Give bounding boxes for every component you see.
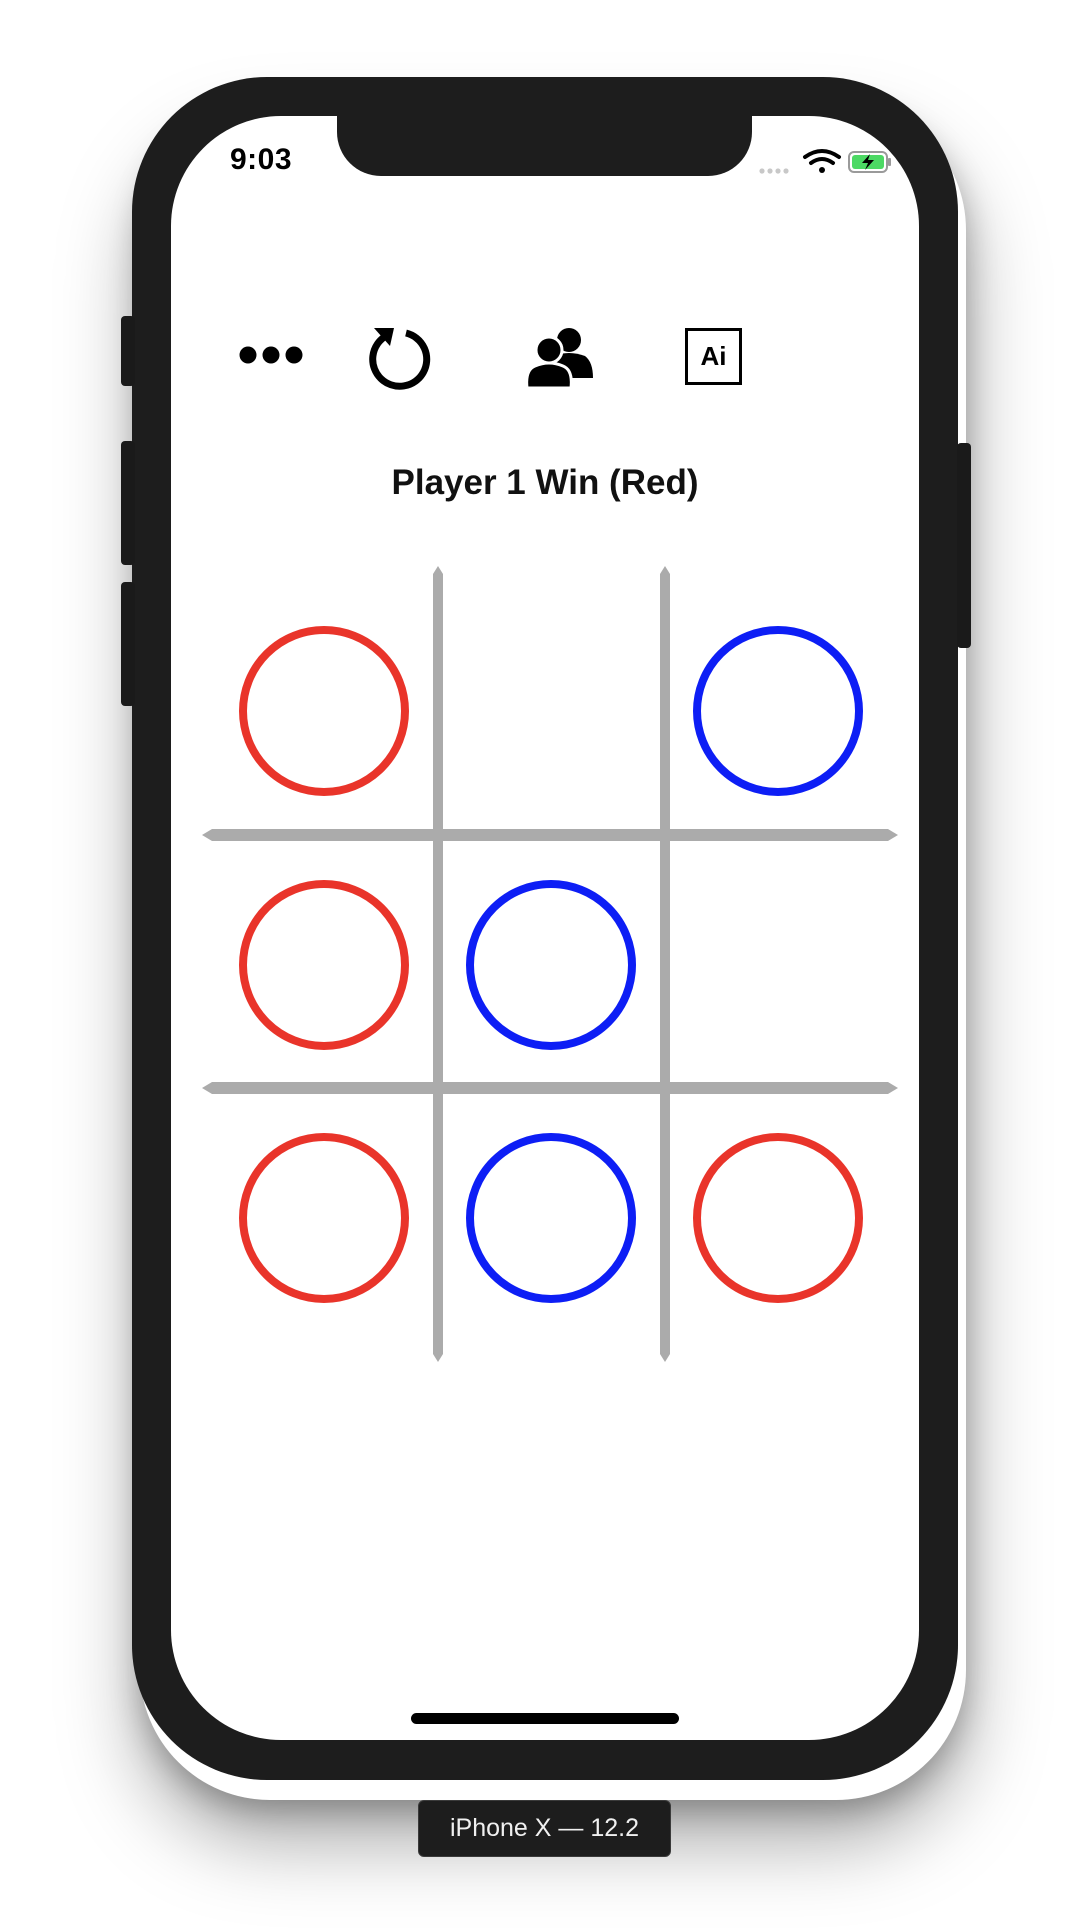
home-indicator	[411, 1713, 679, 1724]
board-cell-0-2[interactable]	[668, 591, 888, 831]
ellipsis-icon	[239, 346, 303, 364]
more-button[interactable]	[238, 343, 304, 367]
wifi-icon	[803, 149, 841, 173]
users-icon	[525, 328, 593, 390]
two-player-button[interactable]	[525, 326, 593, 390]
device-label: iPhone X — 12.2	[418, 1800, 671, 1857]
volume-down-button	[121, 582, 135, 706]
game-status-title: Player 1 Win (Red)	[391, 463, 699, 502]
board-cell-2-1[interactable]	[441, 1098, 661, 1338]
board-cell-0-0[interactable]	[214, 591, 434, 831]
status-time: 9:03	[230, 143, 293, 176]
board-cell-0-1[interactable]	[441, 591, 661, 831]
restart-button[interactable]	[366, 324, 432, 390]
notch	[337, 116, 752, 176]
battery-charging-icon	[848, 151, 891, 173]
ai-icon-label: Ai	[700, 341, 727, 371]
board-cell-1-0[interactable]	[214, 845, 434, 1085]
board-cell-1-1[interactable]	[441, 845, 661, 1085]
silent-switch	[121, 316, 135, 386]
signal-dots-icon	[759, 168, 789, 174]
restart-icon	[369, 328, 431, 390]
status-icons	[759, 149, 891, 174]
ai-button[interactable]: Ai	[685, 328, 742, 385]
board-cell-2-0[interactable]	[214, 1098, 434, 1338]
board-cell-2-2[interactable]	[668, 1098, 888, 1338]
volume-up-button	[121, 441, 135, 565]
board-cell-1-2[interactable]	[668, 845, 888, 1085]
power-button	[957, 443, 971, 648]
